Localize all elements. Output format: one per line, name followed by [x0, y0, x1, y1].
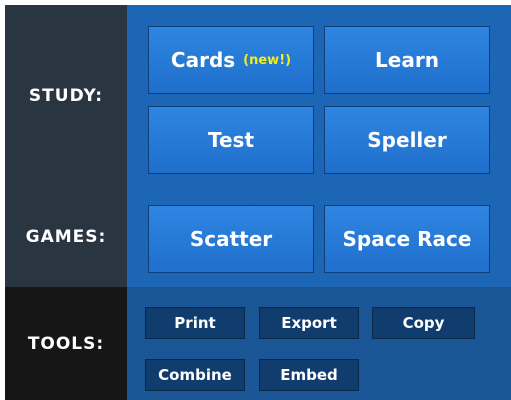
tools-buttons: Print Export Copy Combine Embed [127, 287, 511, 400]
copy-button[interactable]: Copy [372, 307, 475, 339]
cards-button[interactable]: Cards (new!) [148, 26, 314, 94]
new-badge: (new!) [243, 52, 292, 68]
study-mode-panel: STUDY: Cards (new!) Learn Test Speller G… [5, 5, 511, 400]
scatter-button[interactable]: Scatter [148, 205, 314, 273]
study-buttons: Cards (new!) Learn Test Speller [127, 5, 511, 187]
cards-button-label: Cards [170, 48, 236, 72]
study-label: STUDY: [5, 5, 127, 187]
export-button[interactable]: Export [259, 307, 359, 339]
learn-button[interactable]: Learn [324, 26, 490, 94]
tools-section: TOOLS: Print Export Copy Combine Embed [5, 287, 511, 400]
combine-button[interactable]: Combine [145, 359, 245, 391]
games-label: GAMES: [5, 187, 127, 287]
print-button[interactable]: Print [145, 307, 245, 339]
study-section: STUDY: Cards (new!) Learn Test Speller [5, 5, 511, 187]
tools-label: TOOLS: [5, 287, 127, 400]
embed-button[interactable]: Embed [259, 359, 359, 391]
test-button[interactable]: Test [148, 106, 314, 174]
games-section: GAMES: Scatter Space Race [5, 187, 511, 287]
space-race-button[interactable]: Space Race [324, 205, 490, 273]
speller-button[interactable]: Speller [324, 106, 490, 174]
games-buttons: Scatter Space Race [127, 187, 511, 287]
